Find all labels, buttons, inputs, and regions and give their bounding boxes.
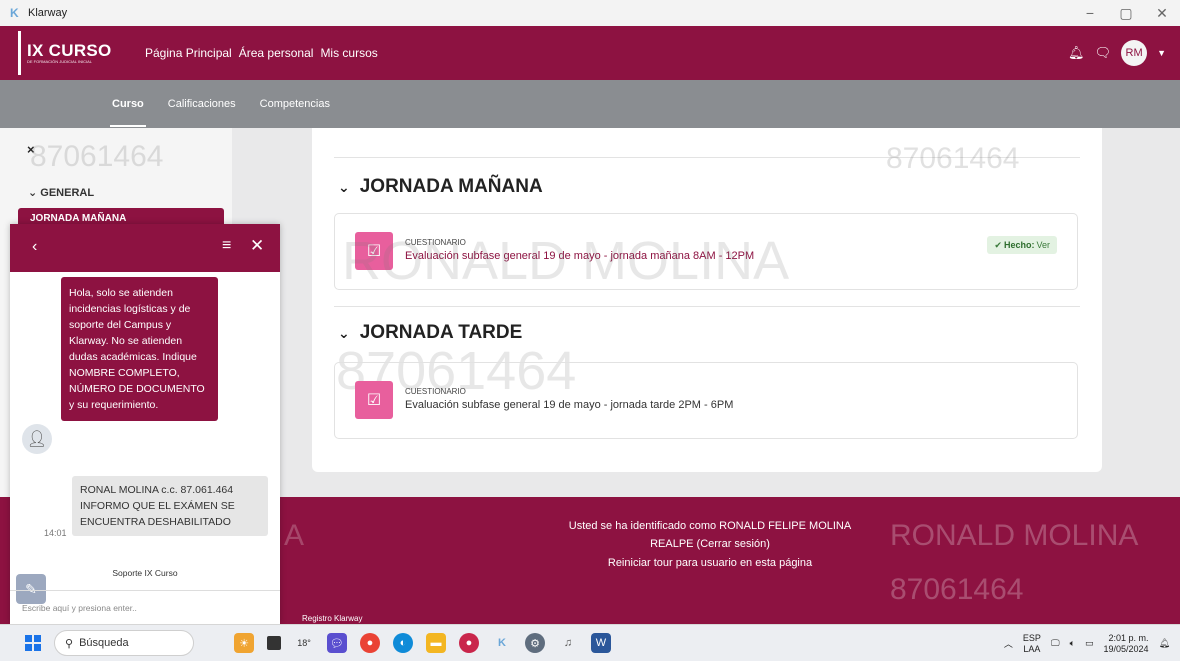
watermark-name: RONALD MOLINA	[890, 519, 1139, 552]
network-icon[interactable]: 🖵︎	[1051, 638, 1060, 649]
windows-start-icon[interactable]	[25, 635, 41, 651]
chat-brand-label: Soporte IX Curso	[112, 568, 178, 578]
divider	[334, 306, 1080, 307]
media-icon[interactable]: ♫	[558, 633, 578, 653]
close-chat-icon[interactable]: ✕	[250, 236, 264, 256]
task-view-icon[interactable]	[267, 636, 281, 650]
chevron-down-icon[interactable]: ▼	[1157, 48, 1166, 58]
weather-label[interactable]: 18°	[294, 633, 314, 653]
word-icon[interactable]: W	[591, 633, 611, 653]
app-icon[interactable]: ●	[459, 633, 479, 653]
chevron-up-icon[interactable]: ︿	[1004, 637, 1013, 650]
battery-icon[interactable]: ▭	[1085, 638, 1094, 649]
clock-time: 2:01 p. m.	[1108, 632, 1149, 643]
app-header: IX CURSO DE FORMACIÓN JUDICIAL INICIAL P…	[0, 26, 1180, 80]
settings-icon[interactable]: ⚙	[525, 633, 545, 653]
tab-competencies[interactable]: Competencias	[260, 80, 330, 128]
agent-avatar-icon: 👤︎	[22, 424, 52, 454]
window-controls: − ▢ ✕	[1072, 0, 1180, 26]
check-icon: ✔	[994, 239, 1002, 250]
course-content: 87061464 ⌄ JORNADA MAÑANA ☑ CUESTIONARIO…	[312, 128, 1102, 472]
watermark-fragment: A	[284, 519, 305, 552]
primary-nav: Página Principal Área personal Mis curso…	[145, 46, 385, 60]
klarway-logo-icon: K	[10, 6, 19, 20]
site-logo[interactable]: IX CURSO DE FORMACIÓN JUDICIAL INICIAL	[18, 31, 123, 75]
quiz-icon: ☑	[355, 232, 393, 270]
general-label: GENERAL	[40, 187, 95, 199]
maximize-button[interactable]: ▢	[1108, 0, 1144, 26]
notifications-icon[interactable]: 🔔︎	[1159, 638, 1170, 649]
teams-chat-icon[interactable]: 💬︎	[327, 633, 347, 653]
volume-icon[interactable]: 🔈︎	[1070, 638, 1075, 649]
close-window-button[interactable]: ✕	[1144, 0, 1180, 26]
chevron-down-icon: ⌄	[338, 178, 350, 195]
taskbar-search[interactable]: ⚲ Búsqueda	[54, 630, 194, 656]
reset-tour-link[interactable]: Reiniciar tour para usuario en esta pági…	[560, 557, 860, 569]
window-titlebar: K Klarway − ▢ ✕	[0, 0, 1180, 26]
nav-my-courses[interactable]: Mis cursos	[320, 46, 377, 60]
windows-taskbar: ⚲ Búsqueda ☀ 18° 💬︎ ● ◐ ▬ ● K ⚙ ♫ W ︿ ES…	[0, 624, 1180, 661]
section-heading: JORNADA TARDE	[359, 322, 523, 343]
user-avatar[interactable]: RM	[1121, 40, 1148, 66]
back-arrow-icon[interactable]: ‹	[32, 238, 37, 256]
tab-grades[interactable]: Calificaciones	[168, 80, 236, 128]
agent-message: Hola, solo se atienden incidencias logís…	[61, 277, 218, 421]
close-drawer-icon[interactable]: ×	[27, 142, 35, 157]
lang-bottom: LAA	[1023, 643, 1041, 654]
header-actions: 🔔︎ 🗨︎ RM ▼	[1068, 26, 1166, 80]
drawer-section-general[interactable]: ⌄ GENERAL	[28, 186, 94, 199]
watermark-id: 87061464	[886, 142, 1020, 175]
chevron-down-icon: ⌄	[28, 187, 38, 199]
edge-icon[interactable]: ◐	[393, 633, 413, 653]
brand-subtitle: DE FORMACIÓN JUDICIAL INICIAL	[27, 59, 92, 64]
search-icon: ⚲	[65, 637, 74, 650]
brand-title: IX CURSO	[27, 41, 112, 60]
support-chat-widget: ‹ ≡ ✕ Hola, solo se atienden incidencias…	[10, 224, 280, 624]
chrome-icon[interactable]: ●	[360, 633, 380, 653]
tab-course[interactable]: Curso	[110, 80, 146, 128]
chat-bubble-icon[interactable]: 🗨︎	[1095, 45, 1112, 61]
file-explorer-icon[interactable]: ▬	[426, 633, 446, 653]
system-clock[interactable]: 2:01 p. m. 19/05/2024	[1104, 633, 1149, 655]
minimize-button[interactable]: −	[1072, 0, 1108, 26]
course-tabs: Curso Calificaciones Competencias	[0, 80, 1180, 128]
chat-message-input[interactable]: Escribe aquí y presiona enter..	[10, 590, 280, 622]
chat-header: ‹ ≡ ✕	[10, 224, 280, 272]
section-heading: JORNADA MAÑANA	[359, 176, 543, 197]
chevron-down-icon: ⌄	[338, 324, 350, 341]
widgets-icon[interactable]: ☀	[234, 633, 254, 653]
watermark-id: 87061464	[890, 573, 1024, 606]
completion-badge[interactable]: ✔ Hecho: Ver	[987, 236, 1057, 254]
divider	[334, 157, 1080, 158]
hamburger-menu-icon[interactable]: ≡	[222, 237, 231, 255]
activity-quiz-morning: ☑ CUESTIONARIO Evaluación subfase genera…	[334, 213, 1078, 290]
nav-home[interactable]: Página Principal	[145, 46, 232, 60]
quiz-icon: ☑	[355, 381, 393, 419]
activity-quiz-afternoon: ☑ CUESTIONARIO Evaluación subfase genera…	[334, 362, 1078, 439]
section-title-morning[interactable]: ⌄ JORNADA MAÑANA	[338, 176, 543, 198]
user-message: RONAL MOLINA c.c. 87.061.464 INFORMO QUE…	[72, 476, 268, 536]
nav-personal-area[interactable]: Área personal	[239, 46, 314, 60]
registered-label: Registro Klarway	[302, 614, 363, 623]
lang-top: ESP	[1022, 632, 1041, 643]
activity-type: CUESTIONARIO	[405, 238, 466, 247]
bell-icon[interactable]: 🔔︎	[1068, 45, 1085, 61]
message-time: 14:01	[44, 528, 67, 538]
activity-link-morning[interactable]: Evaluación subfase general 19 de mayo - …	[405, 250, 754, 262]
taskbar-apps: ☀ 18° 💬︎ ● ◐ ▬ ● K ⚙ ♫ W	[234, 633, 611, 653]
language-indicator[interactable]: ESP LAA	[1023, 633, 1041, 655]
drawer-item-label: JORNADA MAÑANA	[30, 213, 127, 224]
system-tray: ︿ ESP LAA 🖵︎ 🔈︎ ▭ 2:01 p. m. 19/05/2024 …	[1004, 625, 1170, 661]
watermark-id: 87061464	[30, 140, 164, 173]
section-title-afternoon[interactable]: ⌄ JORNADA TARDE	[338, 322, 522, 344]
completion-label: Hecho:	[1003, 240, 1035, 250]
activity-type: CUESTIONARIO	[405, 387, 466, 396]
logged-in-info[interactable]: Usted se ha identificado como RONALD FEL…	[560, 517, 860, 553]
klarway-taskbar-icon[interactable]: K	[492, 633, 512, 653]
window-title: Klarway	[28, 7, 68, 19]
activity-name-afternoon[interactable]: Evaluación subfase general 19 de mayo - …	[405, 399, 733, 411]
search-label: Búsqueda	[79, 637, 129, 649]
clock-date: 19/05/2024	[1103, 643, 1149, 654]
completion-link[interactable]: Ver	[1036, 240, 1050, 250]
